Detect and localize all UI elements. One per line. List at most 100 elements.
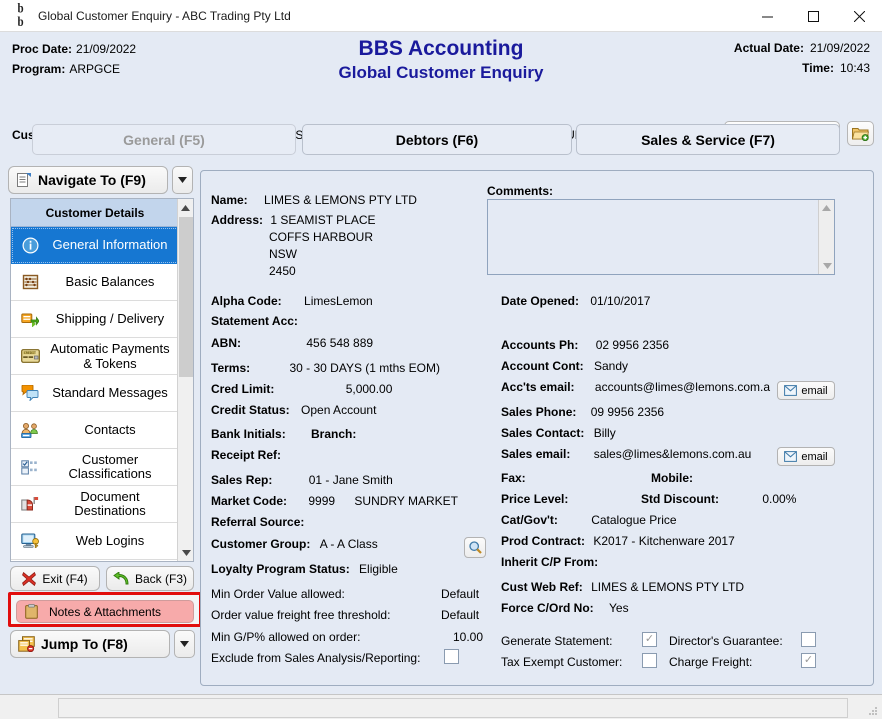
terms-label: Terms: bbox=[211, 361, 250, 375]
navigate-list-icon bbox=[16, 172, 32, 188]
market-code-description: SUNDRY MARKET bbox=[354, 494, 458, 508]
alpha-code-value: LimesLemon bbox=[304, 294, 373, 308]
navigate-to-label: Navigate To (F9) bbox=[38, 172, 146, 188]
abacus-icon bbox=[15, 274, 45, 290]
customer-group-lookup-button[interactable] bbox=[464, 537, 486, 558]
sidebar-item-label: Basic Balances bbox=[45, 275, 179, 289]
scroll-down-icon[interactable] bbox=[178, 544, 194, 561]
alpha-code-label: Alpha Code: bbox=[211, 294, 282, 308]
jump-to-icon bbox=[18, 636, 35, 652]
market-code-value: 9999 bbox=[308, 494, 335, 508]
shipping-truck-icon bbox=[15, 311, 45, 327]
generate-statement-checkbox[interactable] bbox=[642, 632, 657, 647]
back-button[interactable]: Back (F3) bbox=[106, 566, 194, 591]
notes-attachments-label: Notes & Attachments bbox=[49, 605, 161, 619]
accts-email-button[interactable]: email bbox=[777, 381, 835, 400]
brand-line-2: Global Customer Enquiry bbox=[0, 62, 882, 83]
name-label: Name: bbox=[211, 193, 248, 207]
customer-group-label: Customer Group: bbox=[211, 537, 310, 551]
fax-label: Fax: bbox=[501, 471, 526, 485]
accts-email-value: accounts@limes@lemons.com.a bbox=[595, 380, 770, 394]
field-account-cont: Account Cont: Sandy bbox=[501, 359, 628, 373]
status-bar-field bbox=[58, 698, 848, 718]
credit-status-label: Credit Status: bbox=[211, 403, 290, 417]
sidebar-item-alerts[interactable]: Alerts bbox=[11, 560, 179, 562]
field-alpha-code: Alpha Code: LimesLemon bbox=[211, 294, 373, 308]
sidebar-item-general-information[interactable]: General Information bbox=[11, 227, 179, 264]
scroll-up-icon[interactable] bbox=[178, 199, 193, 216]
sidebar-item-web-logins[interactable]: Web Logins bbox=[11, 523, 179, 560]
receipt-ref-label: Receipt Ref: bbox=[211, 448, 281, 462]
date-opened-value: 01/10/2017 bbox=[590, 294, 650, 308]
min-order-value: Default bbox=[441, 587, 479, 601]
freight-free-label: Order value freight free threshold: bbox=[211, 608, 390, 622]
field-date-opened: Date Opened: 01/10/2017 bbox=[501, 294, 650, 308]
sales-email-button[interactable]: email bbox=[777, 447, 835, 466]
sidebar-item-label: Document Destinations bbox=[45, 490, 179, 518]
navigation-list-scrollbar[interactable] bbox=[177, 199, 193, 561]
speech-bubbles-icon bbox=[15, 385, 45, 401]
jump-to-dropdown[interactable] bbox=[174, 630, 195, 658]
scroll-down-icon[interactable] bbox=[819, 258, 835, 274]
comments-scrollbar[interactable] bbox=[818, 200, 834, 274]
bank-initials-label: Bank Initials: bbox=[211, 427, 286, 441]
comments-textarea[interactable] bbox=[487, 199, 835, 275]
monitor-key-icon bbox=[15, 533, 45, 549]
sidebar-item-standard-messages[interactable]: Standard Messages bbox=[11, 375, 179, 412]
accounts-ph-value: 02 9956 2356 bbox=[596, 338, 669, 352]
sidebar: Navigate To (F9) Customer Details Genera… bbox=[8, 166, 194, 694]
back-arrow-icon bbox=[113, 572, 129, 586]
customer-group-value: A - A Class bbox=[320, 537, 378, 551]
close-button[interactable] bbox=[836, 0, 882, 32]
field-accounts-ph: Accounts Ph: 02 9956 2356 bbox=[501, 338, 669, 352]
sales-rep-value: 01 - Jane Smith bbox=[309, 473, 393, 487]
field-receipt-ref: Receipt Ref: bbox=[211, 448, 281, 462]
clipboard-icon bbox=[25, 604, 38, 619]
sidebar-item-shipping-delivery[interactable]: Shipping / Delivery bbox=[11, 301, 179, 338]
field-terms: Terms: 30 - 30 DAYS (1 mths EOM) bbox=[211, 361, 440, 375]
resize-grip[interactable] bbox=[867, 705, 879, 717]
tab-general[interactable]: General (F5) bbox=[32, 124, 296, 155]
maximize-button[interactable] bbox=[790, 0, 836, 32]
tab-sales-service[interactable]: Sales & Service (F7) bbox=[576, 124, 840, 155]
tax-exempt-checkbox[interactable] bbox=[642, 653, 657, 668]
tab-debtors[interactable]: Debtors (F6) bbox=[302, 124, 572, 155]
std-discount-value: 0.00% bbox=[762, 492, 796, 506]
field-sales-contact: Sales Contact: Billy bbox=[501, 426, 616, 440]
bbs-logo-icon: bb bbox=[9, 5, 31, 27]
sales-contact-label: Sales Contact: bbox=[501, 426, 584, 440]
branch-label: Branch: bbox=[311, 427, 356, 441]
cust-web-ref-label: Cust Web Ref: bbox=[501, 580, 583, 594]
time-label: Time: bbox=[802, 61, 834, 75]
exclude-sales-analysis-checkbox[interactable] bbox=[444, 649, 459, 664]
info-circle-icon bbox=[15, 237, 45, 254]
field-accts-email: Acc'ts email: accounts@limes@lemons.com.… bbox=[501, 380, 770, 394]
navigate-to-button[interactable]: Navigate To (F9) bbox=[8, 166, 168, 194]
cred-limit-label: Cred Limit: bbox=[211, 382, 274, 396]
scroll-up-icon[interactable] bbox=[819, 200, 834, 216]
charge-freight-checkbox[interactable] bbox=[801, 653, 816, 668]
sidebar-item-automatic-payments-tokens[interactable]: CREDIT Automatic Payments & Tokens bbox=[11, 338, 179, 375]
notes-attachments-button[interactable]: Notes & Attachments bbox=[16, 600, 194, 623]
back-button-label: Back (F3) bbox=[135, 572, 187, 586]
red-cross-icon bbox=[22, 572, 36, 586]
sidebar-item-document-destinations[interactable]: Document Destinations bbox=[11, 486, 179, 523]
checklist-icon bbox=[15, 460, 45, 475]
cat-gov-value: Catalogue Price bbox=[591, 513, 676, 527]
jump-to-button[interactable]: Jump To (F8) bbox=[10, 630, 170, 658]
navigate-to-dropdown[interactable] bbox=[172, 166, 193, 194]
directors-guarantee-checkbox[interactable] bbox=[801, 632, 816, 647]
statement-acc-label: Statement Acc: bbox=[211, 314, 298, 328]
scrollbar-thumb[interactable] bbox=[179, 217, 193, 377]
minimize-button[interactable] bbox=[744, 0, 790, 32]
sidebar-item-contacts[interactable]: Contacts bbox=[11, 412, 179, 449]
sidebar-item-customer-classifications[interactable]: Customer Classifications bbox=[11, 449, 179, 486]
abn-label: ABN: bbox=[211, 336, 241, 350]
sidebar-item-basic-balances[interactable]: Basic Balances bbox=[11, 264, 179, 301]
address-line-3: NSW bbox=[269, 247, 297, 261]
cred-limit-value: 5,000.00 bbox=[346, 382, 393, 396]
application-window: bb Global Customer Enquiry - ABC Trading… bbox=[0, 0, 882, 719]
exit-button[interactable]: Exit (F4) bbox=[10, 566, 100, 591]
navigation-list-header: Customer Details bbox=[11, 199, 179, 227]
prod-contract-label: Prod Contract: bbox=[501, 534, 585, 548]
